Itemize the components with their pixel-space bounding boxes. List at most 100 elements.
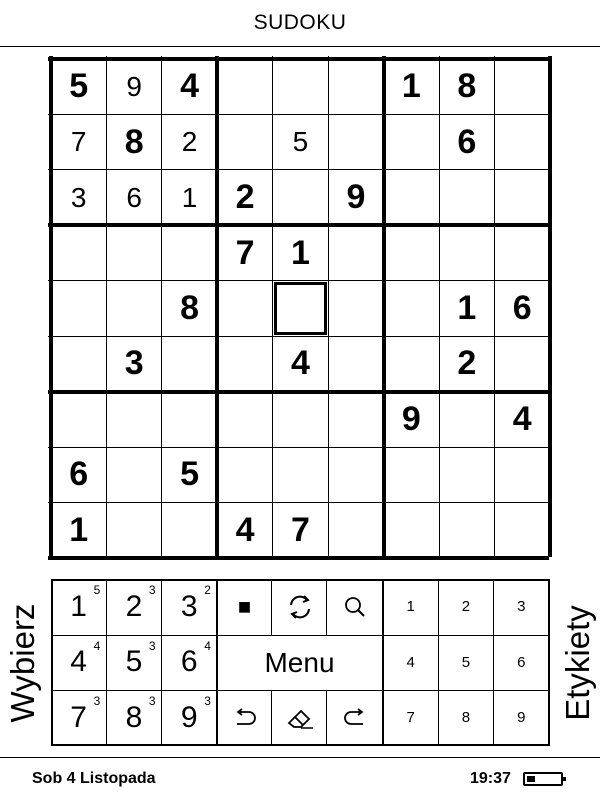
board-cell-r1-c6[interactable] [328, 59, 383, 114]
board-cell-r5-c7[interactable] [384, 281, 439, 336]
digit-key-8[interactable]: 83 [106, 690, 161, 746]
digit-key-7[interactable]: 73 [51, 690, 106, 746]
board-cell-r6-c1[interactable] [51, 336, 106, 391]
board-cell-r8-c7[interactable] [384, 447, 439, 502]
number-key-9[interactable]: 9 [494, 690, 549, 746]
board-cell-r6-c2[interactable]: 3 [106, 336, 161, 391]
number-key-2[interactable]: 2 [438, 579, 493, 635]
board-cell-r5-c6[interactable] [328, 281, 383, 336]
number-key-3[interactable]: 3 [494, 579, 549, 635]
labels-mode-label[interactable]: Etykiety [559, 603, 597, 723]
board-cell-r9-c4[interactable]: 4 [217, 503, 272, 558]
board-cell-r9-c9[interactable] [495, 503, 550, 558]
number-key-5[interactable]: 5 [438, 635, 493, 691]
board-cell-r8-c1[interactable]: 6 [51, 447, 106, 502]
board-cell-r3-c6[interactable]: 9 [328, 170, 383, 225]
board-cell-r7-c3[interactable] [162, 392, 217, 447]
board-cell-r4-c7[interactable] [384, 225, 439, 280]
board-cell-r8-c9[interactable] [495, 447, 550, 502]
board-cell-r3-c1[interactable]: 3 [51, 170, 106, 225]
board-cell-r6-c8[interactable]: 2 [439, 336, 494, 391]
board-cell-r1-c4[interactable] [217, 59, 272, 114]
board-cell-r5-c5[interactable] [273, 281, 328, 336]
board-cell-r4-c9[interactable] [495, 225, 550, 280]
board-cell-r9-c2[interactable] [106, 503, 161, 558]
undo-button[interactable] [217, 690, 272, 746]
board-cell-r6-c6[interactable] [328, 336, 383, 391]
number-key-8[interactable]: 8 [438, 690, 493, 746]
select-mode-label[interactable]: Wybierz [4, 603, 42, 723]
board-cell-r7-c2[interactable] [106, 392, 161, 447]
board-cell-r1-c2[interactable]: 9 [106, 59, 161, 114]
board-cell-r1-c3[interactable]: 4 [162, 59, 217, 114]
board-cell-r2-c3[interactable]: 2 [162, 114, 217, 169]
new-game-button[interactable] [272, 579, 327, 635]
digit-key-6[interactable]: 64 [162, 635, 217, 691]
board-cell-r2-c5[interactable]: 5 [273, 114, 328, 169]
board-cell-r4-c5[interactable]: 1 [273, 225, 328, 280]
board-cell-r4-c1[interactable] [51, 225, 106, 280]
board-cell-r8-c2[interactable] [106, 447, 161, 502]
board-cell-r2-c1[interactable]: 7 [51, 114, 106, 169]
board-cell-r5-c4[interactable] [217, 281, 272, 336]
board-cell-r7-c7[interactable]: 9 [384, 392, 439, 447]
board-cell-r9-c8[interactable] [439, 503, 494, 558]
board-cell-r6-c3[interactable] [162, 336, 217, 391]
board-cell-r3-c3[interactable]: 1 [162, 170, 217, 225]
board-cell-r2-c9[interactable] [495, 114, 550, 169]
board-cell-r9-c5[interactable]: 7 [273, 503, 328, 558]
board-cell-r7-c6[interactable] [328, 392, 383, 447]
board-cell-r7-c9[interactable]: 4 [495, 392, 550, 447]
board-cell-r9-c7[interactable] [384, 503, 439, 558]
stop-button[interactable]: ■ [217, 579, 272, 635]
board-cell-r8-c4[interactable] [217, 447, 272, 502]
number-key-6[interactable]: 6 [494, 635, 549, 691]
board-cell-r6-c5[interactable]: 4 [273, 336, 328, 391]
board-cell-r2-c7[interactable] [384, 114, 439, 169]
board-cell-r3-c9[interactable] [495, 170, 550, 225]
digit-key-1[interactable]: 15 [51, 579, 106, 635]
board-cell-r3-c2[interactable]: 6 [106, 170, 161, 225]
board-cell-r3-c8[interactable] [439, 170, 494, 225]
board-cell-r1-c1[interactable]: 5 [51, 59, 106, 114]
digit-key-3[interactable]: 32 [162, 579, 217, 635]
board-cell-r6-c4[interactable] [217, 336, 272, 391]
board-cell-r3-c5[interactable] [273, 170, 328, 225]
number-key-1[interactable]: 1 [383, 579, 438, 635]
board-cell-r1-c5[interactable] [273, 59, 328, 114]
digit-key-9[interactable]: 93 [162, 690, 217, 746]
eraser-button[interactable] [272, 690, 327, 746]
board-cell-r2-c4[interactable] [217, 114, 272, 169]
digit-key-2[interactable]: 23 [106, 579, 161, 635]
board-cell-r1-c7[interactable]: 1 [384, 59, 439, 114]
board-cell-r3-c4[interactable]: 2 [217, 170, 272, 225]
digit-key-4[interactable]: 44 [51, 635, 106, 691]
board-cell-r5-c9[interactable]: 6 [495, 281, 550, 336]
search-button[interactable] [327, 579, 382, 635]
board-cell-r4-c8[interactable] [439, 225, 494, 280]
board-cell-r5-c2[interactable] [106, 281, 161, 336]
digit-key-5[interactable]: 53 [106, 635, 161, 691]
board-cell-r9-c1[interactable]: 1 [51, 503, 106, 558]
redo-button[interactable] [327, 690, 382, 746]
board-cell-r7-c8[interactable] [439, 392, 494, 447]
board-cell-r5-c8[interactable]: 1 [439, 281, 494, 336]
board-cell-r2-c2[interactable]: 8 [106, 114, 161, 169]
board-cell-r5-c1[interactable] [51, 281, 106, 336]
board-cell-r8-c8[interactable] [439, 447, 494, 502]
board-cell-r8-c5[interactable] [273, 447, 328, 502]
board-cell-r1-c9[interactable] [495, 59, 550, 114]
board-cell-r3-c7[interactable] [384, 170, 439, 225]
board-cell-r5-c3[interactable]: 8 [162, 281, 217, 336]
board-cell-r4-c4[interactable]: 7 [217, 225, 272, 280]
board-cell-r4-c6[interactable] [328, 225, 383, 280]
board-cell-r9-c3[interactable] [162, 503, 217, 558]
number-key-4[interactable]: 4 [383, 635, 438, 691]
number-key-7[interactable]: 7 [383, 690, 438, 746]
board-cell-r2-c8[interactable]: 6 [439, 114, 494, 169]
board-cell-r8-c3[interactable]: 5 [162, 447, 217, 502]
board-cell-r4-c2[interactable] [106, 225, 161, 280]
board-cell-r2-c6[interactable] [328, 114, 383, 169]
board-cell-r7-c1[interactable] [51, 392, 106, 447]
board-cell-r4-c3[interactable] [162, 225, 217, 280]
